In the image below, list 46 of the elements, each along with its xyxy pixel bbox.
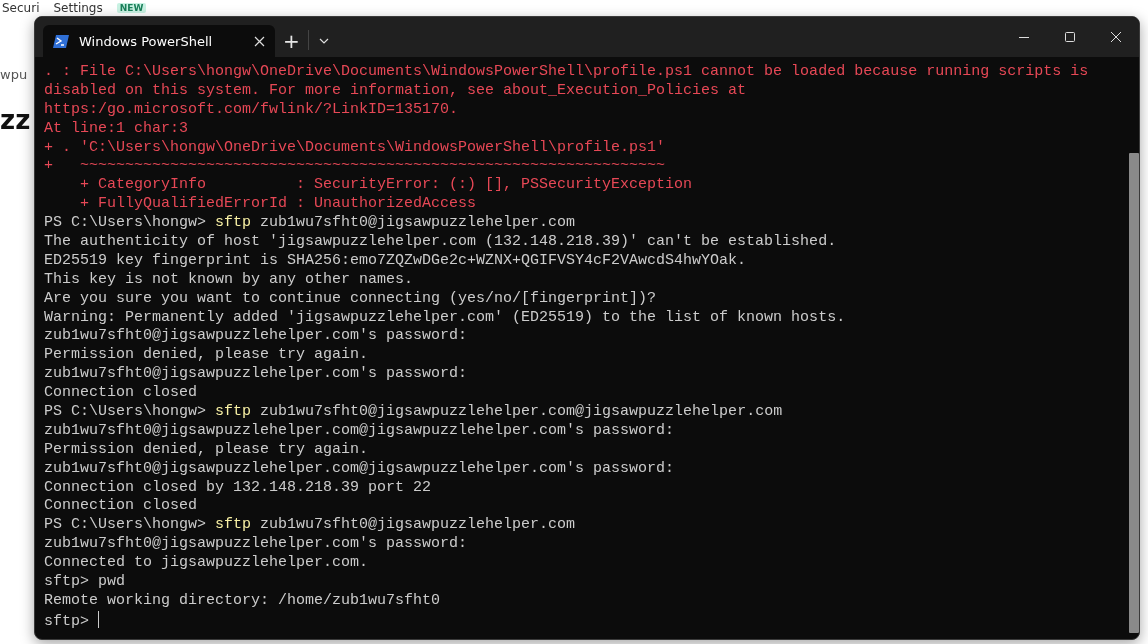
error-line: + . 'C:\Users\hongw\OneDrive\Documents\WindowsPowerShell\profile.ps1' <box>44 138 667 158</box>
output-line: zub1wu7sfht0@jigsawpuzzlehelper.com@jigsawpuzzlehelper.com's password: <box>44 459 676 479</box>
output-line: This key is not known by any other names. <box>44 270 415 290</box>
new-badge: NEW <box>116 3 147 13</box>
page-text: wpu <box>0 68 29 83</box>
output-line: zub1wu7sfht0@jigsawpuzzlehelper.com@jigsawpuzzlehelper.com's password: <box>44 421 676 441</box>
terminal-tab[interactable]: Windows PowerShell <box>43 25 275 57</box>
error-line: + FullyQualifiedErrorId : UnauthorizedAccess <box>79 195 478 215</box>
page-heading: zz <box>0 106 32 135</box>
output-line: ED25519 key fingerprint is SHA256:emo7ZQZwDGe2c+WZNX+QGIFVSY4cF2VAwcdS4hwYOak. <box>44 251 748 271</box>
output-line: zub1wu7sfht0@jigsawpuzzlehelper.com's password: <box>44 535 469 555</box>
error-line: At line:1 char:3 <box>44 119 190 139</box>
maximize-icon <box>1065 32 1075 42</box>
error-line: . : File C:\Users\hongw\OneDrive\Documents\WindowsPowerShell\profile.ps1 cannot be loaded because running scripts is <box>44 63 1090 82</box>
close-icon <box>1111 32 1121 42</box>
caret-icon <box>318 38 329 44</box>
prompt-line: sftp> <box>44 612 89 630</box>
page-link[interactable]: Settings <box>53 1 103 15</box>
output-line: zub1wu7sfht0@jigsawpuzzlehelper.com's password: <box>44 327 469 347</box>
error-line: + ~~~~~~~~~~~~~~~~~~~~~~~~~~~~~~~~~~~~~~~~~~~~~~~~~~~~~~~~~~~~~~~~~ <box>44 157 667 177</box>
error-line: disabled on this system. For more information, see about_Execution_Policies at <box>44 81 748 101</box>
output-line: Remote working directory: /home/zub1wu7sfht0 <box>44 591 442 611</box>
output-line: Connection closed <box>44 384 199 404</box>
output-line: The authenticity of host 'jigsawpuzzlehelper.com (132.148.218.39)' can't be established. <box>44 233 838 252</box>
prompt-line: PS C:\Users\hongw> sftp zub1wu7sfht0@jigsawpuzzlehelper.com <box>44 516 577 536</box>
output-line: Connected to jigsawpuzzlehelper.com. <box>44 554 370 574</box>
minimize-icon <box>1019 36 1029 38</box>
page-link[interactable]: Securi <box>2 1 40 15</box>
output-line: zub1wu7sfht0@jigsawpuzzlehelper.com's password: <box>44 365 469 385</box>
output-line: Are you sure you want to continue connecting (yes/no/[fingerprint])? <box>44 289 658 309</box>
prompt-line: PS C:\Users\hongw> sftp zub1wu7sfht0@jigsawpuzzlehelper.com@jigsawpuzzlehelper.com <box>44 403 784 422</box>
powershell-icon <box>53 34 69 48</box>
prompt-line: PS C:\Users\hongw> sftp zub1wu7sfht0@jigsawpuzzlehelper.com <box>44 214 577 233</box>
output-line: Connection closed by 132.148.218.39 port 22 <box>44 478 433 498</box>
scrollbar[interactable] <box>1129 153 1139 633</box>
tab-title: Windows PowerShell <box>79 33 214 49</box>
close-icon[interactable] <box>254 35 265 47</box>
new-tab-button[interactable]: + <box>275 25 308 57</box>
error-line: + CategoryInfo : SecurityError: (:) [], PSSecurityException <box>79 176 694 196</box>
output-line: sftp> pwd <box>44 573 126 592</box>
error-line: https:/go.microsoft.com/fwlink/?LinkID=135170. <box>44 100 460 120</box>
text-cursor <box>98 610 99 628</box>
output-line: Warning: Permanently added 'jigsawpuzzlehelper.com' (ED25519) to the list of known hosts. <box>44 308 847 328</box>
output-line: Connection closed <box>44 497 199 517</box>
output-line: Permission denied, please try again. <box>44 440 370 460</box>
output-line: Permission denied, please try again. <box>44 346 370 366</box>
